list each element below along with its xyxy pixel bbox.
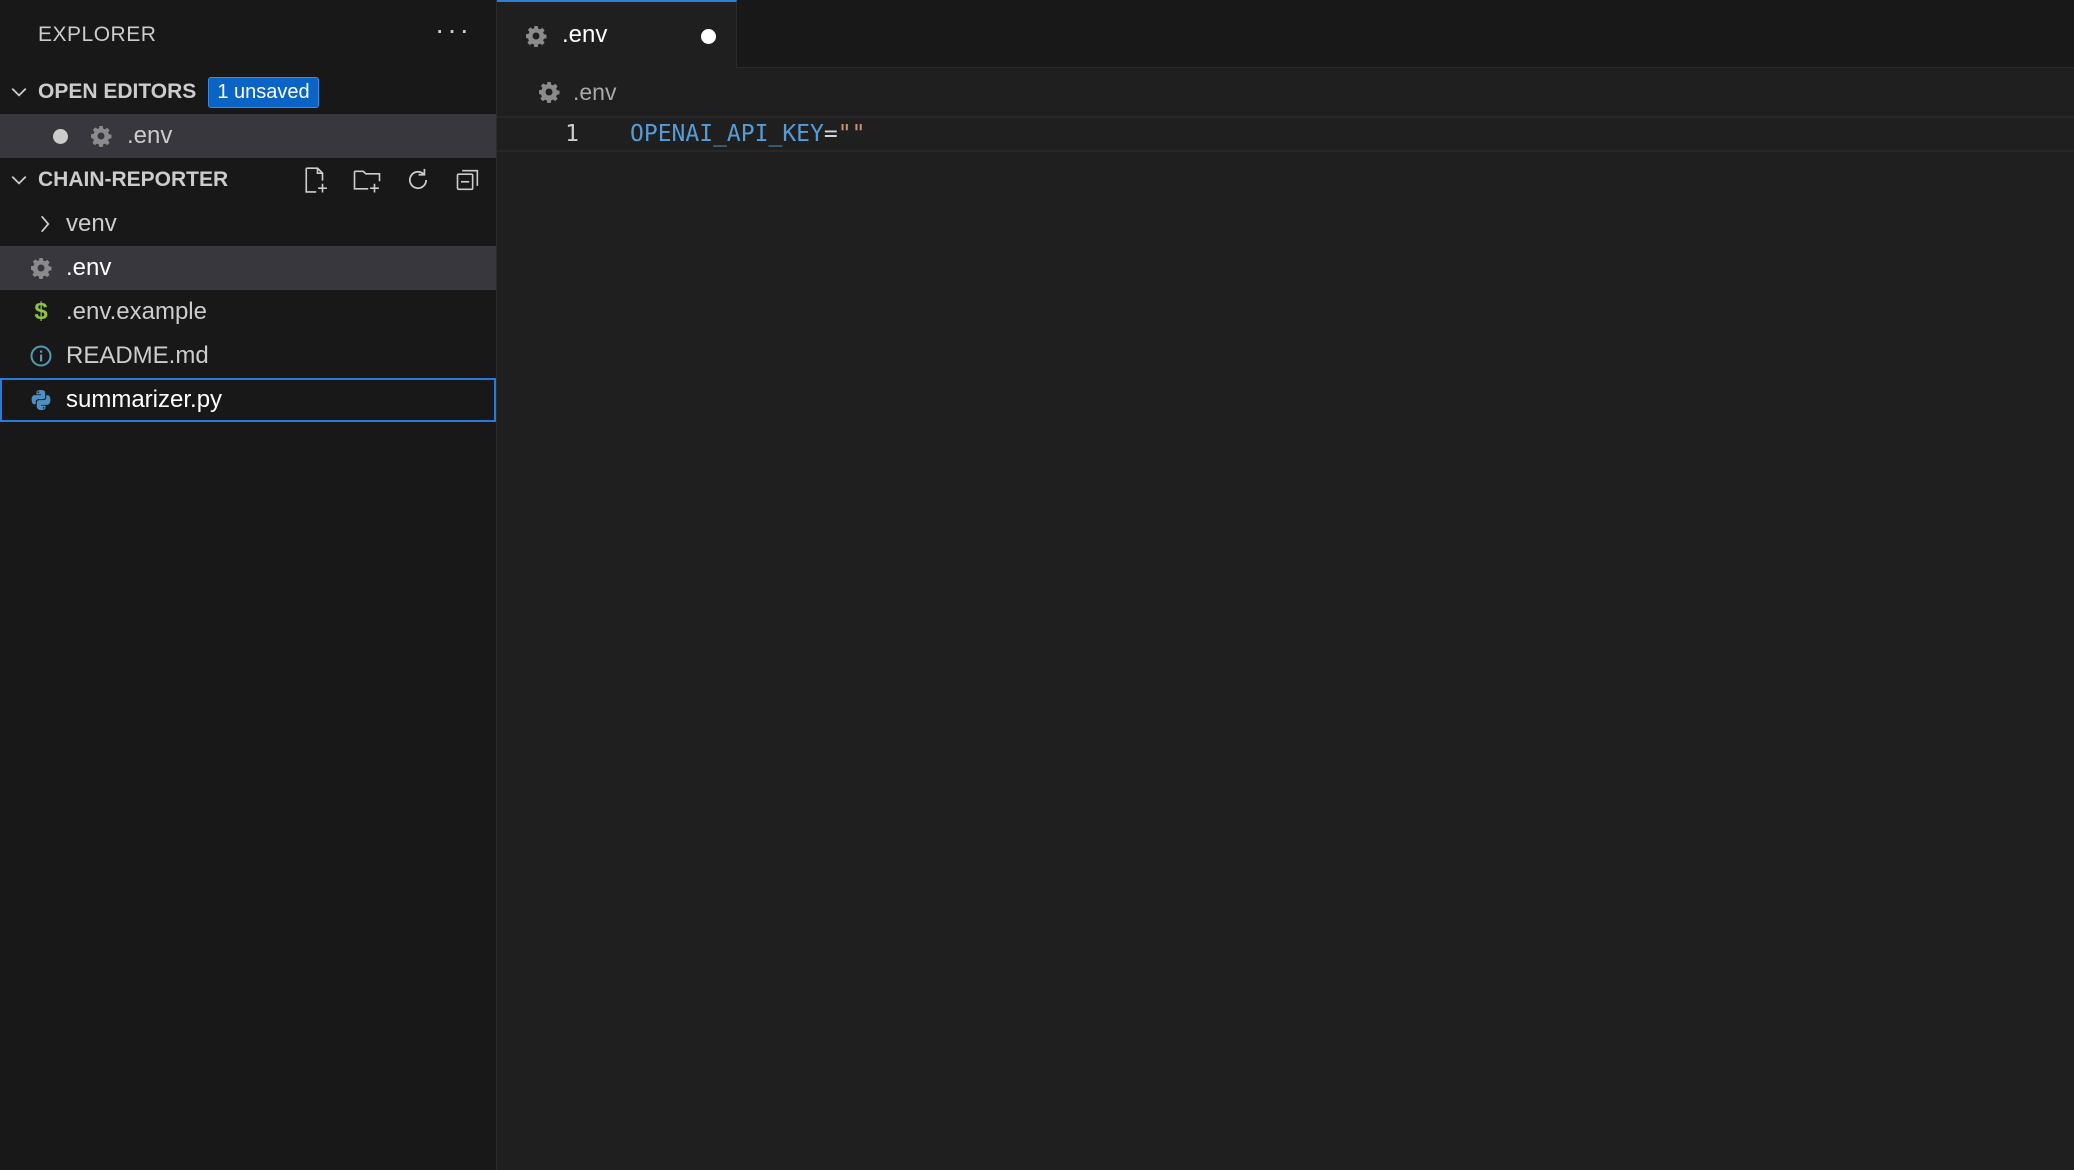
python-icon: [29, 388, 53, 412]
info-icon: [29, 344, 53, 368]
tree-item-label: summarizer.py: [66, 386, 223, 413]
tree-item-readme[interactable]: README.md: [0, 334, 496, 378]
tree-item-env[interactable]: .env: [0, 246, 496, 290]
line-number: 1: [565, 121, 579, 147]
breadcrumb[interactable]: .env: [497, 68, 2074, 116]
tree-item-summarizer[interactable]: summarizer.py: [0, 378, 496, 422]
dollar-icon: $: [34, 298, 48, 325]
open-editor-item[interactable]: .env: [0, 114, 496, 158]
tab-env[interactable]: .env: [497, 0, 737, 68]
refresh-icon[interactable]: [404, 166, 432, 194]
tab-label: .env: [562, 21, 608, 48]
gear-icon: [537, 80, 561, 104]
unsaved-dot-icon[interactable]: [701, 29, 716, 44]
unsaved-badge: 1 unsaved: [208, 76, 319, 108]
chevron-down-icon: [0, 83, 38, 101]
project-actions: [300, 158, 482, 202]
open-editor-label: .env: [127, 122, 173, 149]
equals-sign: =: [823, 121, 838, 147]
env-key: OPENAI_API_KEY: [630, 121, 824, 147]
chevron-right-icon[interactable]: [33, 212, 57, 236]
tree-item-label: venv: [66, 210, 117, 237]
tree-item-label: README.md: [66, 342, 209, 369]
gear-icon: [29, 256, 53, 280]
collapse-all-icon[interactable]: [454, 166, 482, 194]
breadcrumb-file: .env: [573, 78, 617, 105]
gear-icon: [89, 124, 113, 148]
tree-item-label: .env: [66, 254, 112, 281]
tab-bar: .env: [497, 0, 2074, 68]
new-folder-icon[interactable]: [352, 165, 382, 195]
code-text[interactable]: OPENAI_API_KEY="": [630, 121, 865, 147]
explorer-title: EXPLORER: [38, 23, 157, 46]
tree-item-label: .env.example: [66, 298, 207, 325]
project-label: CHAIN-REPORTER: [38, 168, 229, 191]
code-line[interactable]: 1 OPENAI_API_KEY="": [497, 116, 2074, 152]
env-value: "": [837, 121, 866, 147]
dirty-dot-icon[interactable]: [53, 129, 68, 144]
more-actions-button[interactable]: ···: [435, 14, 472, 46]
explorer-header: EXPLORER ···: [0, 0, 496, 70]
tree-item-env-example[interactable]: $ .env.example: [0, 290, 496, 334]
editor-area: .env .env 1 OPENAI_API_KEY="": [497, 0, 2074, 1170]
project-header[interactable]: CHAIN-REPORTER: [0, 158, 496, 202]
open-editors-header[interactable]: OPEN EDITORS 1 unsaved: [0, 70, 496, 114]
chevron-down-icon: [0, 171, 38, 189]
tree-item-venv[interactable]: venv: [0, 202, 496, 246]
gear-icon: [524, 24, 548, 48]
new-file-icon[interactable]: [300, 165, 330, 195]
explorer-sidebar: EXPLORER ··· OPEN EDITORS 1 unsaved .env…: [0, 0, 497, 1170]
open-editors-label: OPEN EDITORS: [38, 80, 197, 103]
